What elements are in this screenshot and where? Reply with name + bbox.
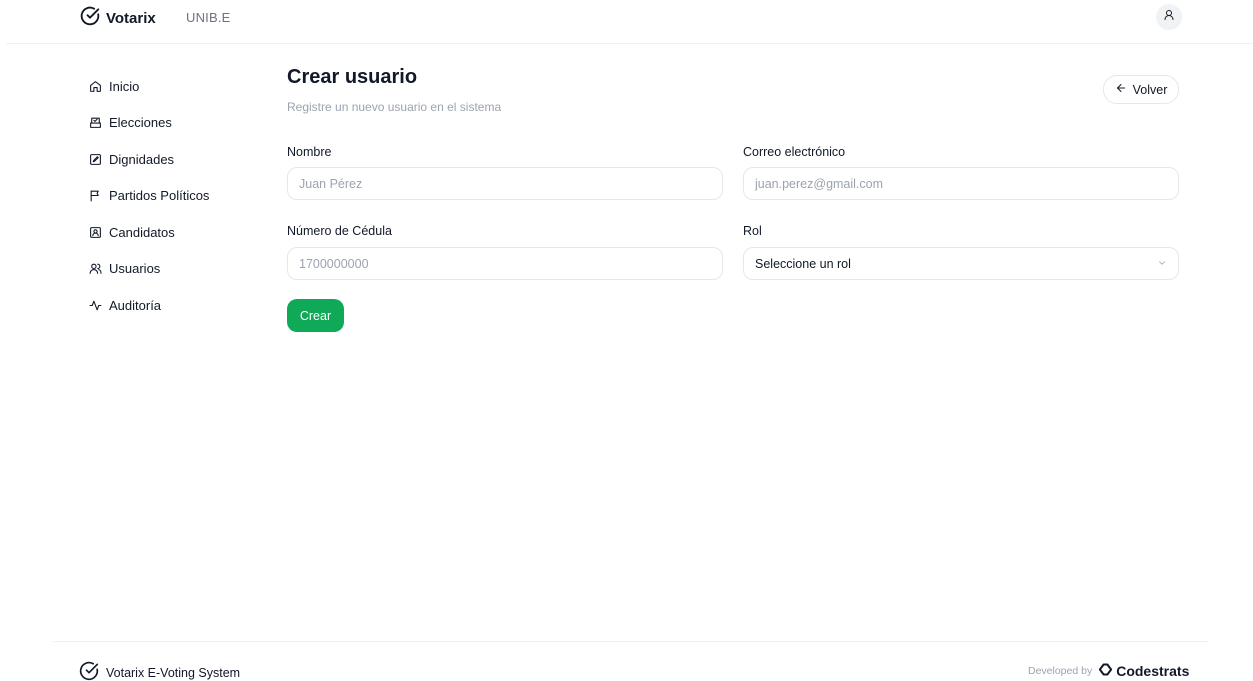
sidebar-item-label: Elecciones xyxy=(109,115,172,131)
activity-icon xyxy=(89,299,102,312)
correo-label: Correo electrónico xyxy=(743,145,846,159)
sidebar-item-label: Usuarios xyxy=(109,261,161,277)
square-pen-icon xyxy=(89,153,102,166)
footer-system-name: Votarix E-Voting System xyxy=(106,665,241,680)
rol-label: Rol xyxy=(743,224,762,238)
nombre-label: Nombre xyxy=(287,145,332,159)
back-button-label: Volver xyxy=(1132,82,1168,97)
cedula-input[interactable] xyxy=(287,247,723,280)
sidebar-item-inicio[interactable]: Inicio xyxy=(89,68,259,105)
sidebar-item-label: Candidatos xyxy=(109,224,175,240)
brand-name: Votarix xyxy=(106,9,156,27)
correo-input[interactable] xyxy=(743,167,1179,200)
top-bar: Votarix UNIB.E xyxy=(6,0,1253,44)
brand-logo[interactable]: Votarix xyxy=(80,6,156,30)
footer-credits: Developed by Codestrats xyxy=(1028,662,1189,680)
arrow-left-icon xyxy=(1115,82,1127,97)
chevron-down-icon xyxy=(1157,257,1167,271)
sidebar-item-usuarios[interactable]: Usuarios xyxy=(89,251,259,288)
sidebar-item-dignidades[interactable]: Dignidades xyxy=(89,141,259,178)
back-button[interactable]: Volver xyxy=(1103,75,1179,104)
sidebar-item-label: Auditoría xyxy=(109,297,162,313)
sidebar-item-label: Inicio xyxy=(109,78,140,94)
developed-by-label: Developed by xyxy=(1028,665,1093,677)
page-title: Crear usuario xyxy=(287,66,418,88)
sidebar-item-label: Dignidades xyxy=(109,151,175,167)
footer-brand: Votarix E-Voting System xyxy=(79,661,240,681)
organization-label: UNIB.E xyxy=(186,10,231,25)
sidebar-item-elecciones[interactable]: Elecciones xyxy=(89,105,259,142)
user-menu-button[interactable] xyxy=(1156,4,1182,30)
users-icon xyxy=(89,262,102,275)
page-subtitle: Registre un nuevo usuario en el sistema xyxy=(287,100,502,114)
check-circle-icon xyxy=(80,6,100,31)
cedula-label: Número de Cédula xyxy=(287,224,392,238)
codestrats-icon xyxy=(1098,662,1113,680)
flag-icon xyxy=(89,189,102,202)
home-icon xyxy=(89,80,102,93)
sidebar-item-label: Partidos Políticos xyxy=(109,188,210,204)
footer-divider xyxy=(53,641,1208,642)
id-badge-icon xyxy=(89,226,102,239)
sidebar-item-candidatos[interactable]: Candidatos xyxy=(89,214,259,251)
user-icon xyxy=(1163,8,1175,26)
sidebar-item-auditoria[interactable]: Auditoría xyxy=(89,287,259,324)
create-button[interactable]: Crear xyxy=(287,299,344,332)
rol-select[interactable]: Seleccione un rol xyxy=(743,247,1179,280)
codestrats-logo[interactable]: Codestrats xyxy=(1098,662,1189,680)
nombre-input[interactable] xyxy=(287,167,723,200)
check-circle-icon xyxy=(79,661,99,681)
sidebar-nav: Inicio Elecciones Dignidades Partidos Po… xyxy=(89,68,259,324)
ballot-box-icon xyxy=(89,116,102,129)
sidebar-item-partidos-politicos[interactable]: Partidos Políticos xyxy=(89,178,259,215)
codestrats-name: Codestrats xyxy=(1116,663,1190,679)
rol-select-value: Seleccione un rol xyxy=(755,256,851,271)
